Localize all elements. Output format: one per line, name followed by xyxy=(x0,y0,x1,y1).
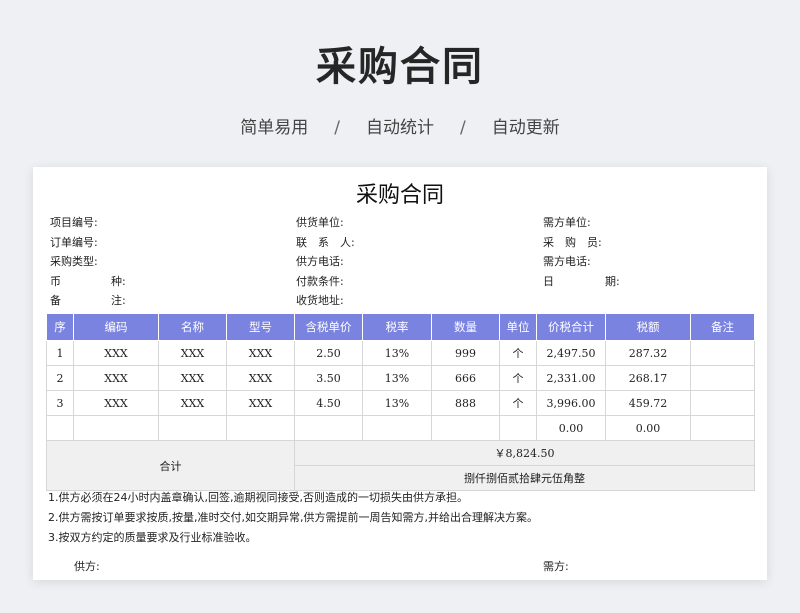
table-cell: 3,996.00 xyxy=(536,390,606,416)
total-label: 合计 xyxy=(46,440,295,491)
col-header-unit: 单位 xyxy=(499,313,537,341)
purchaser-label: 采 购 员: xyxy=(543,236,602,249)
date-label-b: 期: xyxy=(605,275,620,288)
tagline: 简单易用 / 自动统计 / 自动更新 xyxy=(0,113,800,138)
total-amount-words: 捌仟捌佰贰拾肆元伍角整 xyxy=(294,465,755,491)
table-cell xyxy=(690,340,755,366)
col-header-tax: 税额 xyxy=(605,313,691,341)
items-table: 序 编码 名称 型号 含税单价 税率 数量 单位 价税合计 税额 备注 1 XX… xyxy=(46,313,755,491)
table-row: 0.00 0.00 xyxy=(46,415,755,441)
table-cell: 个 xyxy=(499,390,537,416)
table-cell xyxy=(431,415,500,441)
table-cell xyxy=(158,415,227,441)
table-row: 1 XXX XXX XXX 2.50 13% 999 个 2,497.50 28… xyxy=(46,340,755,366)
table-cell: 459.72 xyxy=(605,390,691,416)
tag-auto-stats: 自动统计 xyxy=(366,118,434,138)
table-cell xyxy=(690,365,755,391)
supplier-sign-label: 供方: xyxy=(74,560,100,573)
table-cell: XXX xyxy=(158,340,227,366)
contract-sheet: 采购合同 项目编号: 订单编号: 采购类型: 币 种: 备 注: 供货单位: 联… xyxy=(33,167,767,580)
table-cell: 666 xyxy=(431,365,500,391)
table-cell xyxy=(362,415,432,441)
tag-auto-update: 自动更新 xyxy=(491,118,560,138)
table-cell: XXX xyxy=(73,390,159,416)
remark-label-a: 备 xyxy=(50,294,61,307)
table-cell: 0.00 xyxy=(605,415,691,441)
remark-label-b: 注: xyxy=(111,294,126,307)
table-cell: 888 xyxy=(431,390,500,416)
table-cell: 999 xyxy=(431,340,500,366)
table-cell: XXX xyxy=(158,390,227,416)
table-cell: 13% xyxy=(362,340,432,366)
table-cell: 2,497.50 xyxy=(536,340,606,366)
col-header-model: 型号 xyxy=(226,313,295,341)
table-cell: XXX xyxy=(226,340,295,366)
buyer-phone-label: 需方电话: xyxy=(543,255,591,268)
table-cell xyxy=(294,415,363,441)
col-header-remark: 备注 xyxy=(690,313,755,341)
table-cell: 3.50 xyxy=(294,365,363,391)
table-cell: 287.32 xyxy=(605,340,691,366)
supplier-label: 供货单位: xyxy=(296,216,344,229)
table-cell: 2 xyxy=(46,365,74,391)
col-header-quantity: 数量 xyxy=(431,313,500,341)
table-row: 3 XXX XXX XXX 4.50 13% 888 个 3,996.00 45… xyxy=(46,390,755,416)
date-label-a: 日 xyxy=(543,275,554,288)
table-cell: XXX xyxy=(158,365,227,391)
table-cell: 13% xyxy=(362,365,432,391)
col-header-index: 序 xyxy=(46,313,74,341)
table-cell: 13% xyxy=(362,390,432,416)
table-cell: XXX xyxy=(226,365,295,391)
order-no-label: 订单编号: xyxy=(50,236,98,249)
table-cell: 个 xyxy=(499,340,537,366)
tag-easy: 简单易用 xyxy=(240,118,309,138)
table-cell: XXX xyxy=(73,365,159,391)
total-amount: ￥8,824.50 xyxy=(294,440,755,466)
col-header-code: 编码 xyxy=(73,313,159,341)
col-header-name: 名称 xyxy=(158,313,227,341)
term-3: 3.按双方约定的质量要求及行业标准验收。 xyxy=(48,531,257,544)
table-cell xyxy=(226,415,295,441)
tag-separator: / xyxy=(460,118,466,138)
term-1: 1.供方必须在24小时内盖章确认,回签,逾期视同接受,否则造成的一切损失由供方承… xyxy=(48,491,468,504)
currency-label-a: 币 xyxy=(50,275,61,288)
table-cell: 0.00 xyxy=(536,415,606,441)
table-cell: 2,331.00 xyxy=(536,365,606,391)
col-header-total: 价税合计 xyxy=(536,313,606,341)
table-cell xyxy=(690,415,755,441)
project-no-label: 项目编号: xyxy=(50,216,98,229)
table-cell: 2.50 xyxy=(294,340,363,366)
table-header-row: 序 编码 名称 型号 含税单价 税率 数量 单位 价税合计 税额 备注 xyxy=(46,313,755,341)
delivery-address-label: 收货地址: xyxy=(296,294,344,307)
table-cell: XXX xyxy=(73,340,159,366)
page-title: 采购合同 xyxy=(316,44,484,90)
col-header-tax-rate: 税率 xyxy=(362,313,432,341)
table-cell xyxy=(46,415,74,441)
table-cell: 3 xyxy=(46,390,74,416)
table-cell: 268.17 xyxy=(605,365,691,391)
table-cell xyxy=(73,415,159,441)
supplier-phone-label: 供方电话: xyxy=(296,255,344,268)
buyer-sign-label: 需方: xyxy=(543,560,569,573)
table-cell xyxy=(499,415,537,441)
table-cell: 1 xyxy=(46,340,74,366)
table-row: 2 XXX XXX XXX 3.50 13% 666 个 2,331.00 26… xyxy=(46,365,755,391)
contact-label: 联 系 人: xyxy=(296,236,355,249)
purchase-type-label: 采购类型: xyxy=(50,255,98,268)
currency-label-b: 种: xyxy=(111,275,126,288)
buyer-label: 需方单位: xyxy=(543,216,591,229)
tag-separator: / xyxy=(334,118,340,138)
table-cell: 个 xyxy=(499,365,537,391)
contract-title: 采购合同 xyxy=(355,183,444,208)
payment-terms-label: 付款条件: xyxy=(296,275,344,288)
col-header-unit-price: 含税单价 xyxy=(294,313,363,341)
total-row: 合计 ￥8,824.50 xyxy=(46,440,755,491)
table-cell xyxy=(690,390,755,416)
table-cell: XXX xyxy=(226,390,295,416)
term-2: 2.供方需按订单要求按质,按量,准时交付,如交期异常,供方需提前一周告知需方,并… xyxy=(48,511,538,524)
table-cell: 4.50 xyxy=(294,390,363,416)
